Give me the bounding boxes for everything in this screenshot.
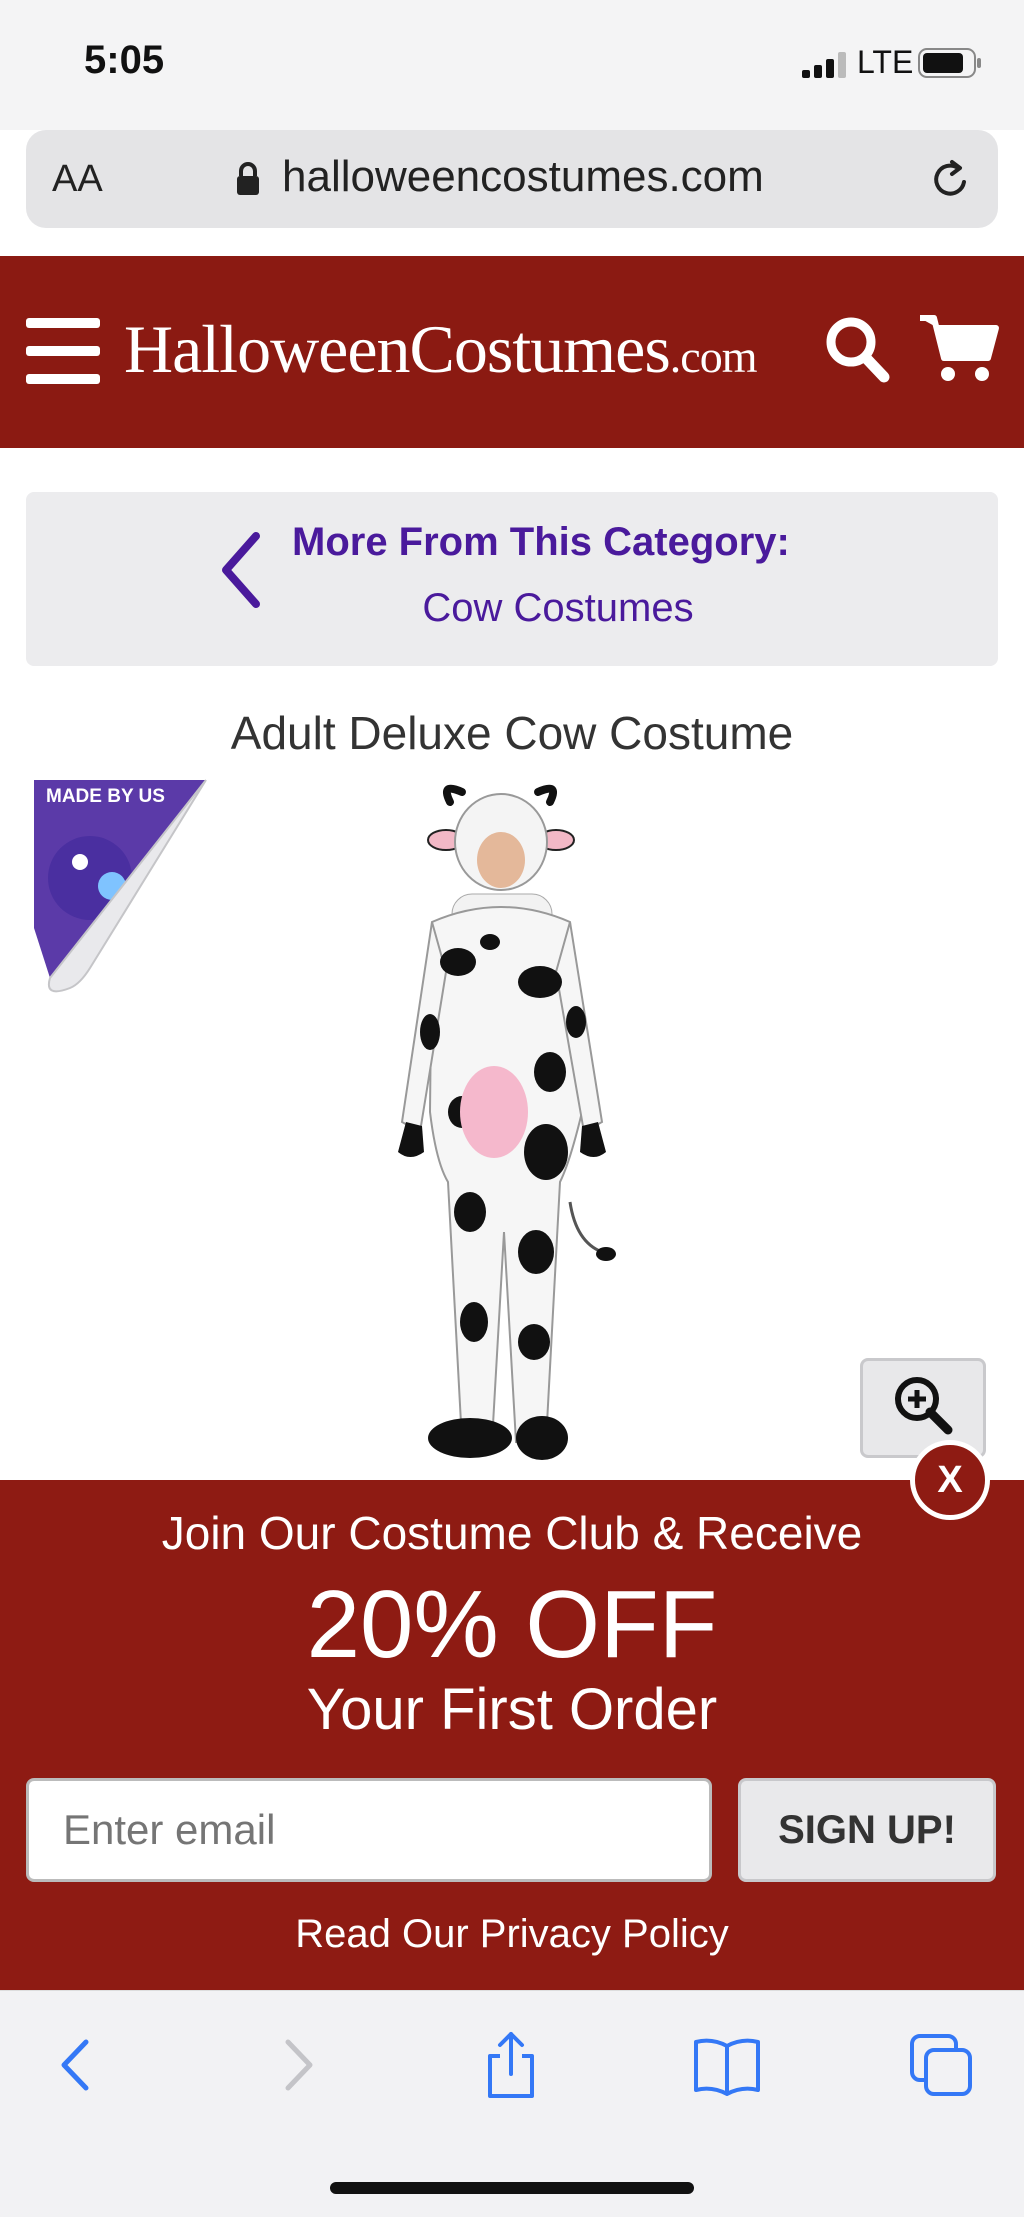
tabs-icon[interactable] <box>906 2030 976 2100</box>
home-indicator <box>330 2182 694 2194</box>
status-time: 5:05 <box>84 38 165 82</box>
made-by-us-badge: MADE BY US <box>34 779 207 993</box>
text-size-label: AA <box>52 158 103 200</box>
signup-button[interactable]: SIGN UP! <box>738 1778 996 1882</box>
promo-discount: 20% OFF <box>306 1571 718 1678</box>
network-label: LTE <box>857 44 914 80</box>
forward-icon[interactable] <box>262 2030 332 2100</box>
privacy-policy-link[interactable]: Read Our Privacy Policy <box>0 1912 1024 1957</box>
logo-suffix: .com <box>669 331 758 382</box>
promo-line-3: Your First Order <box>306 1677 718 1742</box>
menu-icon[interactable] <box>26 318 100 384</box>
text-size-button[interactable]: AA <box>52 158 103 201</box>
product-title: Adult Deluxe Cow Costume <box>230 707 794 759</box>
url-text[interactable]: halloweencostumes.com <box>282 152 764 202</box>
category-nav[interactable] <box>26 492 998 666</box>
search-icon[interactable] <box>824 315 890 383</box>
reload-icon[interactable] <box>928 158 972 202</box>
bookmarks-icon[interactable] <box>692 2030 762 2100</box>
badge-text: MADE BY US <box>46 786 165 807</box>
lock-icon <box>237 162 259 195</box>
back-icon[interactable] <box>42 2030 112 2100</box>
battery-icon <box>918 48 981 78</box>
category-link[interactable]: Cow Costumes <box>0 586 1024 631</box>
promo-line-1: Join Our Costume Club & Receive <box>161 1507 863 1559</box>
signal-icon <box>802 52 846 78</box>
zoom-in-icon[interactable] <box>892 1374 954 1436</box>
cart-icon[interactable] <box>918 312 1000 384</box>
email-input[interactable] <box>26 1778 712 1882</box>
share-icon[interactable] <box>476 2030 546 2100</box>
category-heading: More From This Category: <box>292 520 790 564</box>
site-logo[interactable]: HalloweenCostumes.com <box>124 310 757 389</box>
logo-text: HalloweenCostumes <box>124 311 671 387</box>
product-image[interactable] <box>370 782 650 1462</box>
